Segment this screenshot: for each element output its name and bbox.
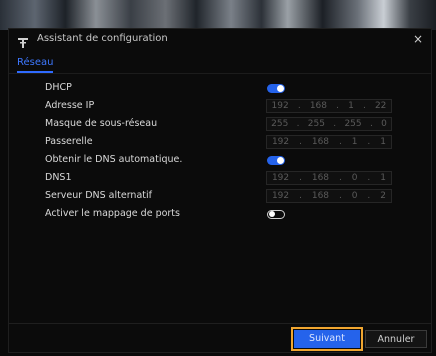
gateway-label: Passerelle: [45, 136, 93, 147]
port-mapping-toggle[interactable]: [267, 210, 285, 219]
subnet-mask-row: Masque de sous-réseau 255. 255. 255. 0: [9, 116, 431, 133]
ip-octet: 1: [348, 101, 354, 111]
ip-octet: 0: [351, 191, 358, 201]
dhcp-row: DHCP: [9, 80, 431, 97]
tab-bar: Réseau: [9, 55, 431, 74]
ip-octet: 192: [271, 101, 289, 111]
camera-feed-background: [0, 0, 436, 30]
auto-dns-row: Obtenir le DNS automatique.: [9, 152, 431, 169]
ip-octet: 255: [344, 119, 362, 129]
ip-octet: 255: [271, 119, 289, 129]
ip-octet: 168: [311, 137, 330, 147]
ip-octet: 192: [271, 173, 290, 183]
ip-octet: 192: [271, 191, 290, 201]
alt-dns-field[interactable]: 192. 168. 0. 2: [266, 189, 392, 203]
port-mapping-label: Activer le mappage de ports: [45, 208, 180, 219]
toggle-knob: [277, 157, 284, 164]
ip-octet: 1: [380, 137, 386, 147]
ip-octet: 0: [381, 119, 387, 129]
ip-octet: 2: [380, 191, 386, 201]
ip-address-field[interactable]: 192. 168. 1. 22: [266, 99, 392, 113]
dialog-title: Assistant de configuration: [37, 33, 168, 44]
subnet-mask-label: Masque de sous-réseau: [45, 118, 158, 129]
ip-address-label: Adresse IP: [45, 100, 95, 111]
dns1-row: DNS1 192. 168. 0. 1: [9, 170, 431, 187]
ip-octet: 168: [309, 101, 328, 111]
ip-address-row: Adresse IP 192. 168. 1. 22: [9, 98, 431, 115]
subnet-mask-field[interactable]: 255. 255. 255. 0: [266, 117, 392, 131]
dialog-titlebar: Assistant de configuration ×: [9, 29, 431, 51]
ip-octet: 168: [311, 191, 330, 201]
auto-dns-toggle[interactable]: [267, 156, 285, 165]
footer-divider: [9, 323, 431, 324]
setup-wizard-dialog: Assistant de configuration × Réseau DHCP…: [8, 28, 432, 353]
tab-reseau[interactable]: Réseau: [17, 57, 54, 73]
dhcp-label: DHCP: [45, 82, 72, 93]
close-icon[interactable]: ×: [411, 32, 425, 46]
network-icon: [17, 34, 29, 48]
gateway-field[interactable]: 192. 168. 1. 1: [266, 135, 392, 149]
next-button[interactable]: Suivant: [291, 327, 363, 351]
dhcp-toggle[interactable]: [267, 84, 285, 93]
auto-dns-label: Obtenir le DNS automatique.: [45, 154, 183, 165]
ip-octet: 1: [351, 137, 358, 147]
alt-dns-row: Serveur DNS alternatif 192. 168. 0. 2: [9, 188, 431, 205]
ip-octet: 192: [271, 137, 290, 147]
cancel-button[interactable]: Annuler: [365, 330, 427, 348]
dns1-label: DNS1: [45, 172, 72, 183]
toggle-knob: [277, 85, 284, 92]
ip-octet: 22: [374, 101, 387, 111]
ip-octet: 168: [311, 173, 330, 183]
port-mapping-row: Activer le mappage de ports: [9, 206, 431, 223]
dns1-field[interactable]: 192. 168. 0. 1: [266, 171, 392, 185]
toggle-knob: [269, 211, 275, 217]
gateway-row: Passerelle 192. 168. 1. 1: [9, 134, 431, 151]
ip-octet: 0: [351, 173, 358, 183]
ip-octet: 255: [307, 119, 325, 129]
ip-octet: 1: [380, 173, 386, 183]
alt-dns-label: Serveur DNS alternatif: [45, 190, 152, 201]
